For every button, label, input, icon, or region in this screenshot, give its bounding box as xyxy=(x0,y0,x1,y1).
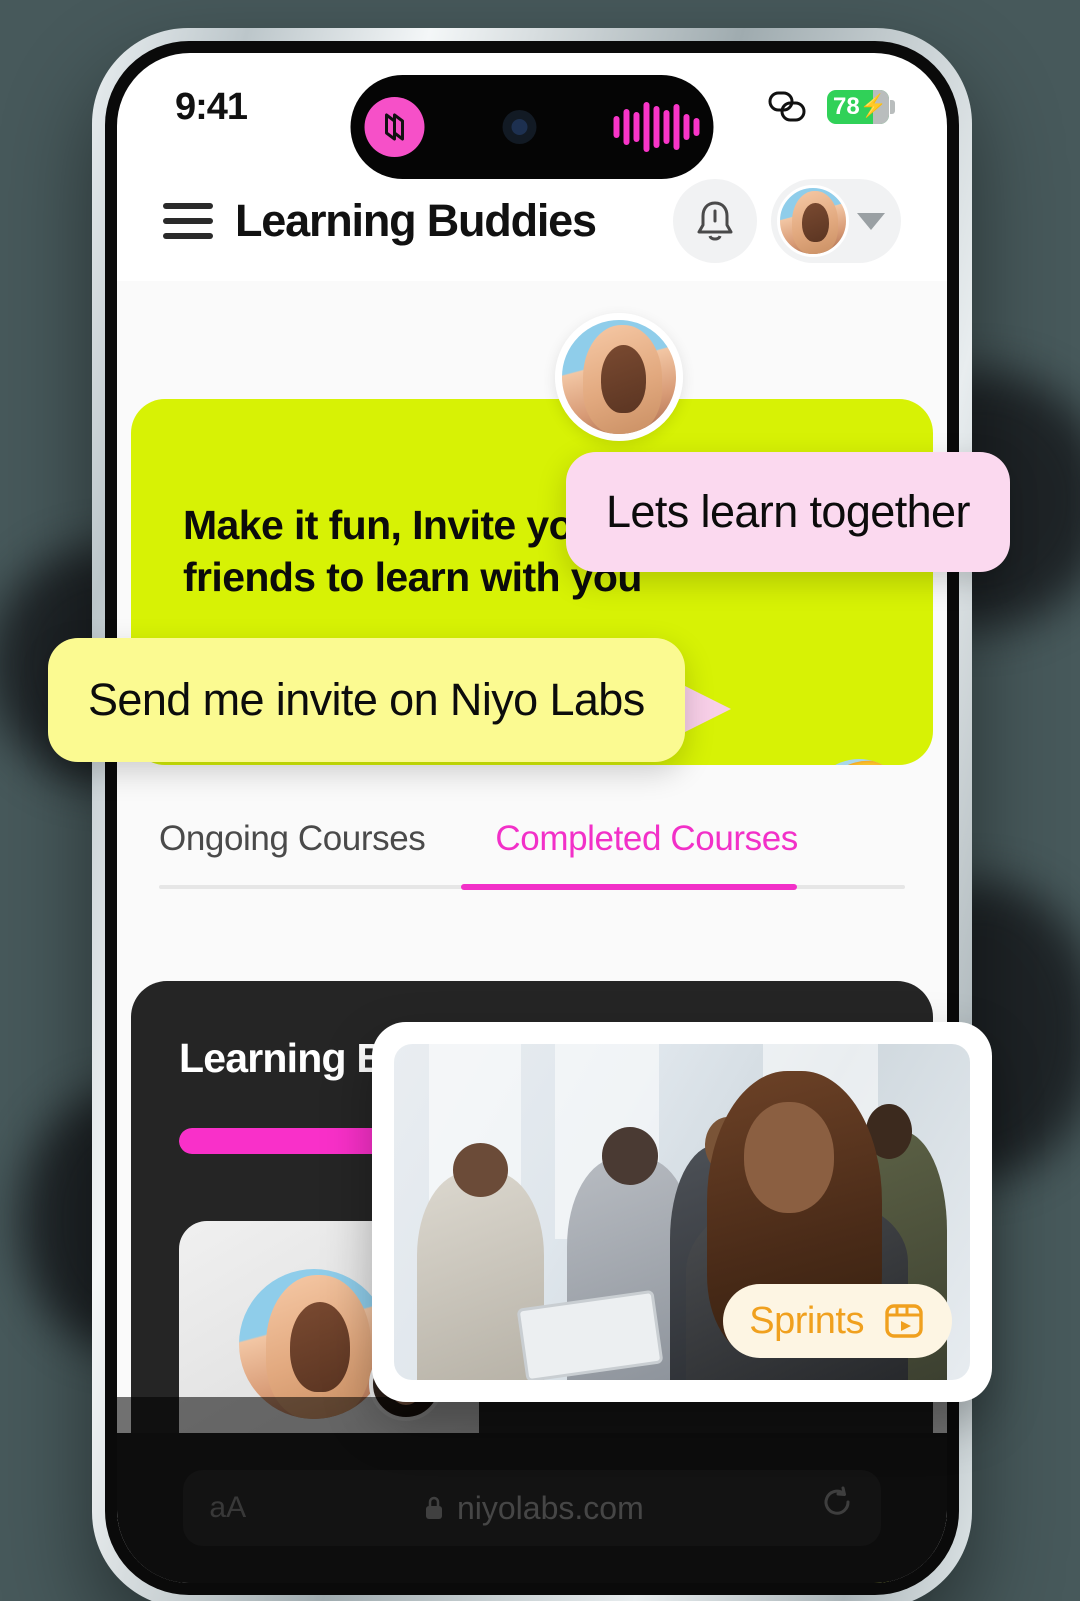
app-header: Learning Buddies xyxy=(117,161,947,281)
status-time: 9:41 xyxy=(175,85,248,128)
bell-icon xyxy=(697,201,733,241)
status-right-cluster: 78 ⚡ xyxy=(767,90,895,124)
reels-play-icon xyxy=(885,1304,923,1338)
course-buddy-avatar xyxy=(239,1269,389,1419)
niyo-logo-icon xyxy=(364,97,425,157)
notifications-button[interactable] xyxy=(673,179,757,263)
battery-indicator: 78 ⚡ xyxy=(827,90,895,124)
chat-bubble-send-me-invite: Send me invite on Niyo Labs xyxy=(48,638,685,762)
memoji-shocked: 😮 xyxy=(809,759,909,765)
chat-bubble-lets-learn-together: Lets learn together xyxy=(566,452,1010,572)
tab-underline xyxy=(159,884,905,890)
classroom-learners-photo: Sprints xyxy=(394,1044,970,1380)
tab-completed-courses[interactable]: Completed Courses xyxy=(495,819,798,885)
text-size-button[interactable]: aA xyxy=(209,1491,246,1525)
page-title: Learning Buddies xyxy=(235,195,597,246)
bolt-icon: ⚡ xyxy=(859,93,887,118)
hero-user-avatar xyxy=(555,313,683,441)
course-tabs: Ongoing Courses Completed Courses xyxy=(117,819,947,890)
avatar xyxy=(777,185,849,257)
tab-ongoing-courses[interactable]: Ongoing Courses xyxy=(159,819,426,885)
link-icon xyxy=(767,90,811,124)
sprints-photo-card[interactable]: Sprints xyxy=(372,1022,992,1402)
safari-toolbar: aA niyolabs.com xyxy=(117,1433,947,1583)
sprints-badge-label: Sprints xyxy=(749,1299,864,1342)
safari-url-text: niyolabs.com xyxy=(456,1489,644,1526)
dynamic-island[interactable] xyxy=(350,75,714,179)
lock-icon xyxy=(425,1496,442,1519)
audio-waveform-icon[interactable] xyxy=(613,101,700,153)
safari-address-bar[interactable]: aA niyolabs.com xyxy=(183,1470,881,1546)
battery-level: 78 xyxy=(833,93,860,120)
chevron-down-icon xyxy=(857,212,885,230)
profile-menu-button[interactable] xyxy=(771,179,901,263)
refresh-icon[interactable] xyxy=(821,1486,855,1531)
hamburger-menu-icon[interactable] xyxy=(163,203,213,239)
status-clock: 9:41 xyxy=(175,86,251,129)
front-camera-icon xyxy=(502,110,536,144)
safari-url-display[interactable]: niyolabs.com xyxy=(423,1490,644,1527)
sprints-badge[interactable]: Sprints xyxy=(723,1284,952,1358)
